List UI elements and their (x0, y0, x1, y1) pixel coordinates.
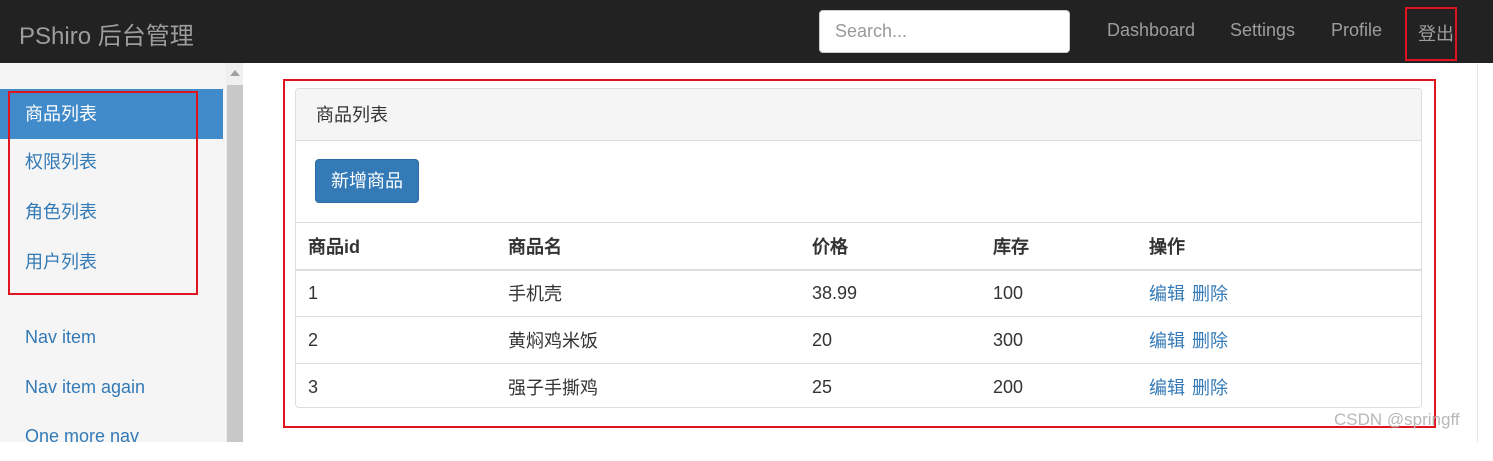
cell-stock: 100 (993, 282, 1024, 303)
brand-title[interactable]: PShiro 后台管理 (19, 16, 194, 51)
delete-link[interactable]: 删除 (1192, 378, 1228, 398)
column-header-actions: 操作 (1137, 222, 1421, 271)
cell-stock: 300 (981, 316, 1137, 364)
products-panel: 商品列表 新增商品 商品id 商品名 价格 库存 操作 1 手机壳 38.99 … (295, 88, 1422, 411)
cell-price: 25 (800, 363, 981, 411)
cell-id: 2 (296, 316, 496, 364)
sidebar: 商品列表 权限列表 角色列表 用户列表 Nav item Nav item ag… (0, 63, 227, 446)
logout-highlight-box (1405, 7, 1457, 61)
cell-actions: 编辑 删除 (1137, 270, 1421, 317)
products-table: 商品id 商品名 价格 库存 操作 1 手机壳 38.99 100 编辑 删除 2… (296, 222, 1421, 411)
watermark: CSDN @springff (1334, 410, 1460, 429)
sidebar-item-nav-item-again[interactable]: Nav item again (0, 362, 223, 412)
edit-link[interactable]: 编辑 (1149, 331, 1185, 351)
table-row: 3 强子手撕鸡 25 200 编辑 删除 (296, 363, 1421, 411)
nav-link-settings[interactable]: Settings (1230, 20, 1295, 41)
edit-link[interactable]: 编辑 (1149, 284, 1185, 304)
column-header-stock: 库存 (981, 222, 1137, 271)
cell-price: 20 (800, 316, 981, 364)
top-navbar: PShiro 后台管理 Dashboard Settings Profile 登… (0, 0, 1493, 63)
edit-link[interactable]: 编辑 (1149, 378, 1185, 398)
cell-actions: 编辑 删除 (1137, 316, 1421, 364)
page-scrollbar[interactable] (1477, 63, 1493, 442)
delete-link[interactable]: 删除 (1192, 331, 1228, 351)
cell-actions: 编辑 删除 (1137, 363, 1421, 411)
sidebar-scrollbar[interactable] (227, 63, 243, 442)
sidebar-highlight-box (8, 91, 198, 295)
column-header-name: 商品名 (496, 222, 800, 271)
table-row: 1 手机壳 38.99 100 编辑 删除 (296, 270, 1421, 317)
sidebar-item-nav-item[interactable]: Nav item (0, 312, 223, 362)
table-header-row: 商品id 商品名 价格 库存 操作 (296, 222, 1421, 271)
delete-link[interactable]: 删除 (1192, 284, 1228, 304)
search-input[interactable] (819, 10, 1070, 53)
cell-name: 强子手撕鸡 (496, 363, 800, 411)
cell-id: 3 (296, 363, 496, 411)
cell-price: 38.99 (812, 282, 858, 303)
column-header-id: 商品id (296, 222, 496, 271)
add-product-button[interactable]: 新增商品 (315, 159, 419, 203)
column-header-price: 价格 (800, 222, 981, 271)
cell-stock: 200 (981, 363, 1137, 411)
nav-link-profile[interactable]: Profile (1331, 20, 1382, 41)
scroll-up-arrow-icon[interactable] (227, 63, 243, 85)
table-row: 2 黄焖鸡米饭 20 300 编辑 删除 (296, 316, 1421, 364)
nav-link-dashboard[interactable]: Dashboard (1107, 20, 1195, 41)
cell-id: 1 (308, 282, 319, 303)
cell-name: 手机壳 (508, 284, 562, 305)
panel-heading: 商品列表 (296, 89, 1421, 141)
cell-name: 黄焖鸡米饭 (496, 316, 800, 364)
sidebar-item-one-more-nav[interactable]: One more nav (0, 411, 223, 461)
